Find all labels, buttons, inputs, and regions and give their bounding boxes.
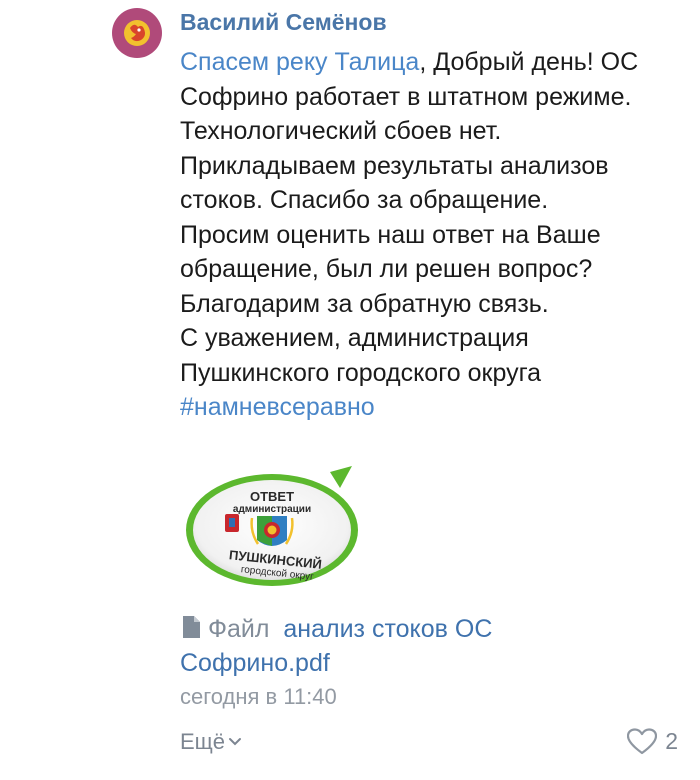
- heart-icon: [627, 728, 658, 755]
- more-label: Ещё: [180, 729, 226, 754]
- comment-text-line: Технологический сбоев нет.: [180, 117, 502, 145]
- comment-text-line: обращение, был ли решен вопрос?: [180, 255, 593, 283]
- timestamp[interactable]: сегодня в 11:40: [180, 684, 337, 710]
- comment-text-line: , Добрый день! ОС: [419, 48, 639, 76]
- chevron-down-icon: [229, 738, 242, 746]
- author-name[interactable]: Василий Семёнов: [180, 9, 387, 36]
- file-label: Файл: [208, 615, 270, 643]
- badge-subtitle: администрации: [233, 504, 311, 515]
- attached-image[interactable]: ОТВЕТ администрации ПУШКИНСКИЙ городской…: [180, 466, 365, 590]
- comment-text-line: Пушкинского городского округа: [180, 358, 542, 387]
- file-attachment[interactable]: Файл анализ стоков ОС Софрино.pdf: [180, 612, 680, 680]
- fox-logo-icon: [124, 20, 150, 46]
- file-name-part1[interactable]: анализ стоков ОС: [283, 615, 492, 643]
- comment-text-line: С уважением, администрация: [180, 324, 529, 352]
- badge-title: ОТВЕТ: [250, 489, 294, 504]
- reply-link[interactable]: Спасем реку Талица: [180, 48, 419, 76]
- hashtag-link[interactable]: #намневсеравно: [180, 390, 695, 425]
- comment-text-line: Прикладываем результаты анализов: [180, 151, 609, 180]
- admin-response-badge-icon: ОТВЕТ администрации ПУШКИНСКИЙ городской…: [180, 466, 365, 590]
- comment-text: Спасем реку Талица, Добрый день! ОС Софр…: [180, 45, 695, 425]
- like-button[interactable]: 2: [627, 728, 678, 755]
- file-name-part2[interactable]: Софрино.pdf: [180, 649, 330, 677]
- document-icon: [183, 616, 200, 638]
- comment-text-line: Софрино работает в штатном режиме.: [180, 82, 632, 111]
- likes-count: 2: [665, 728, 678, 754]
- comment-text-line: Благодарим за обратную связь.: [180, 289, 549, 318]
- more-button[interactable]: Ещё: [180, 729, 242, 755]
- avatar[interactable]: [112, 8, 162, 58]
- comment-text-line: стоков. Спасибо за обращение.: [180, 186, 549, 214]
- comment-text-line: Просим оценить наш ответ на Ваше: [180, 220, 601, 249]
- comment-line-1: Спасем реку Талица, Добрый день! ОС: [180, 45, 695, 80]
